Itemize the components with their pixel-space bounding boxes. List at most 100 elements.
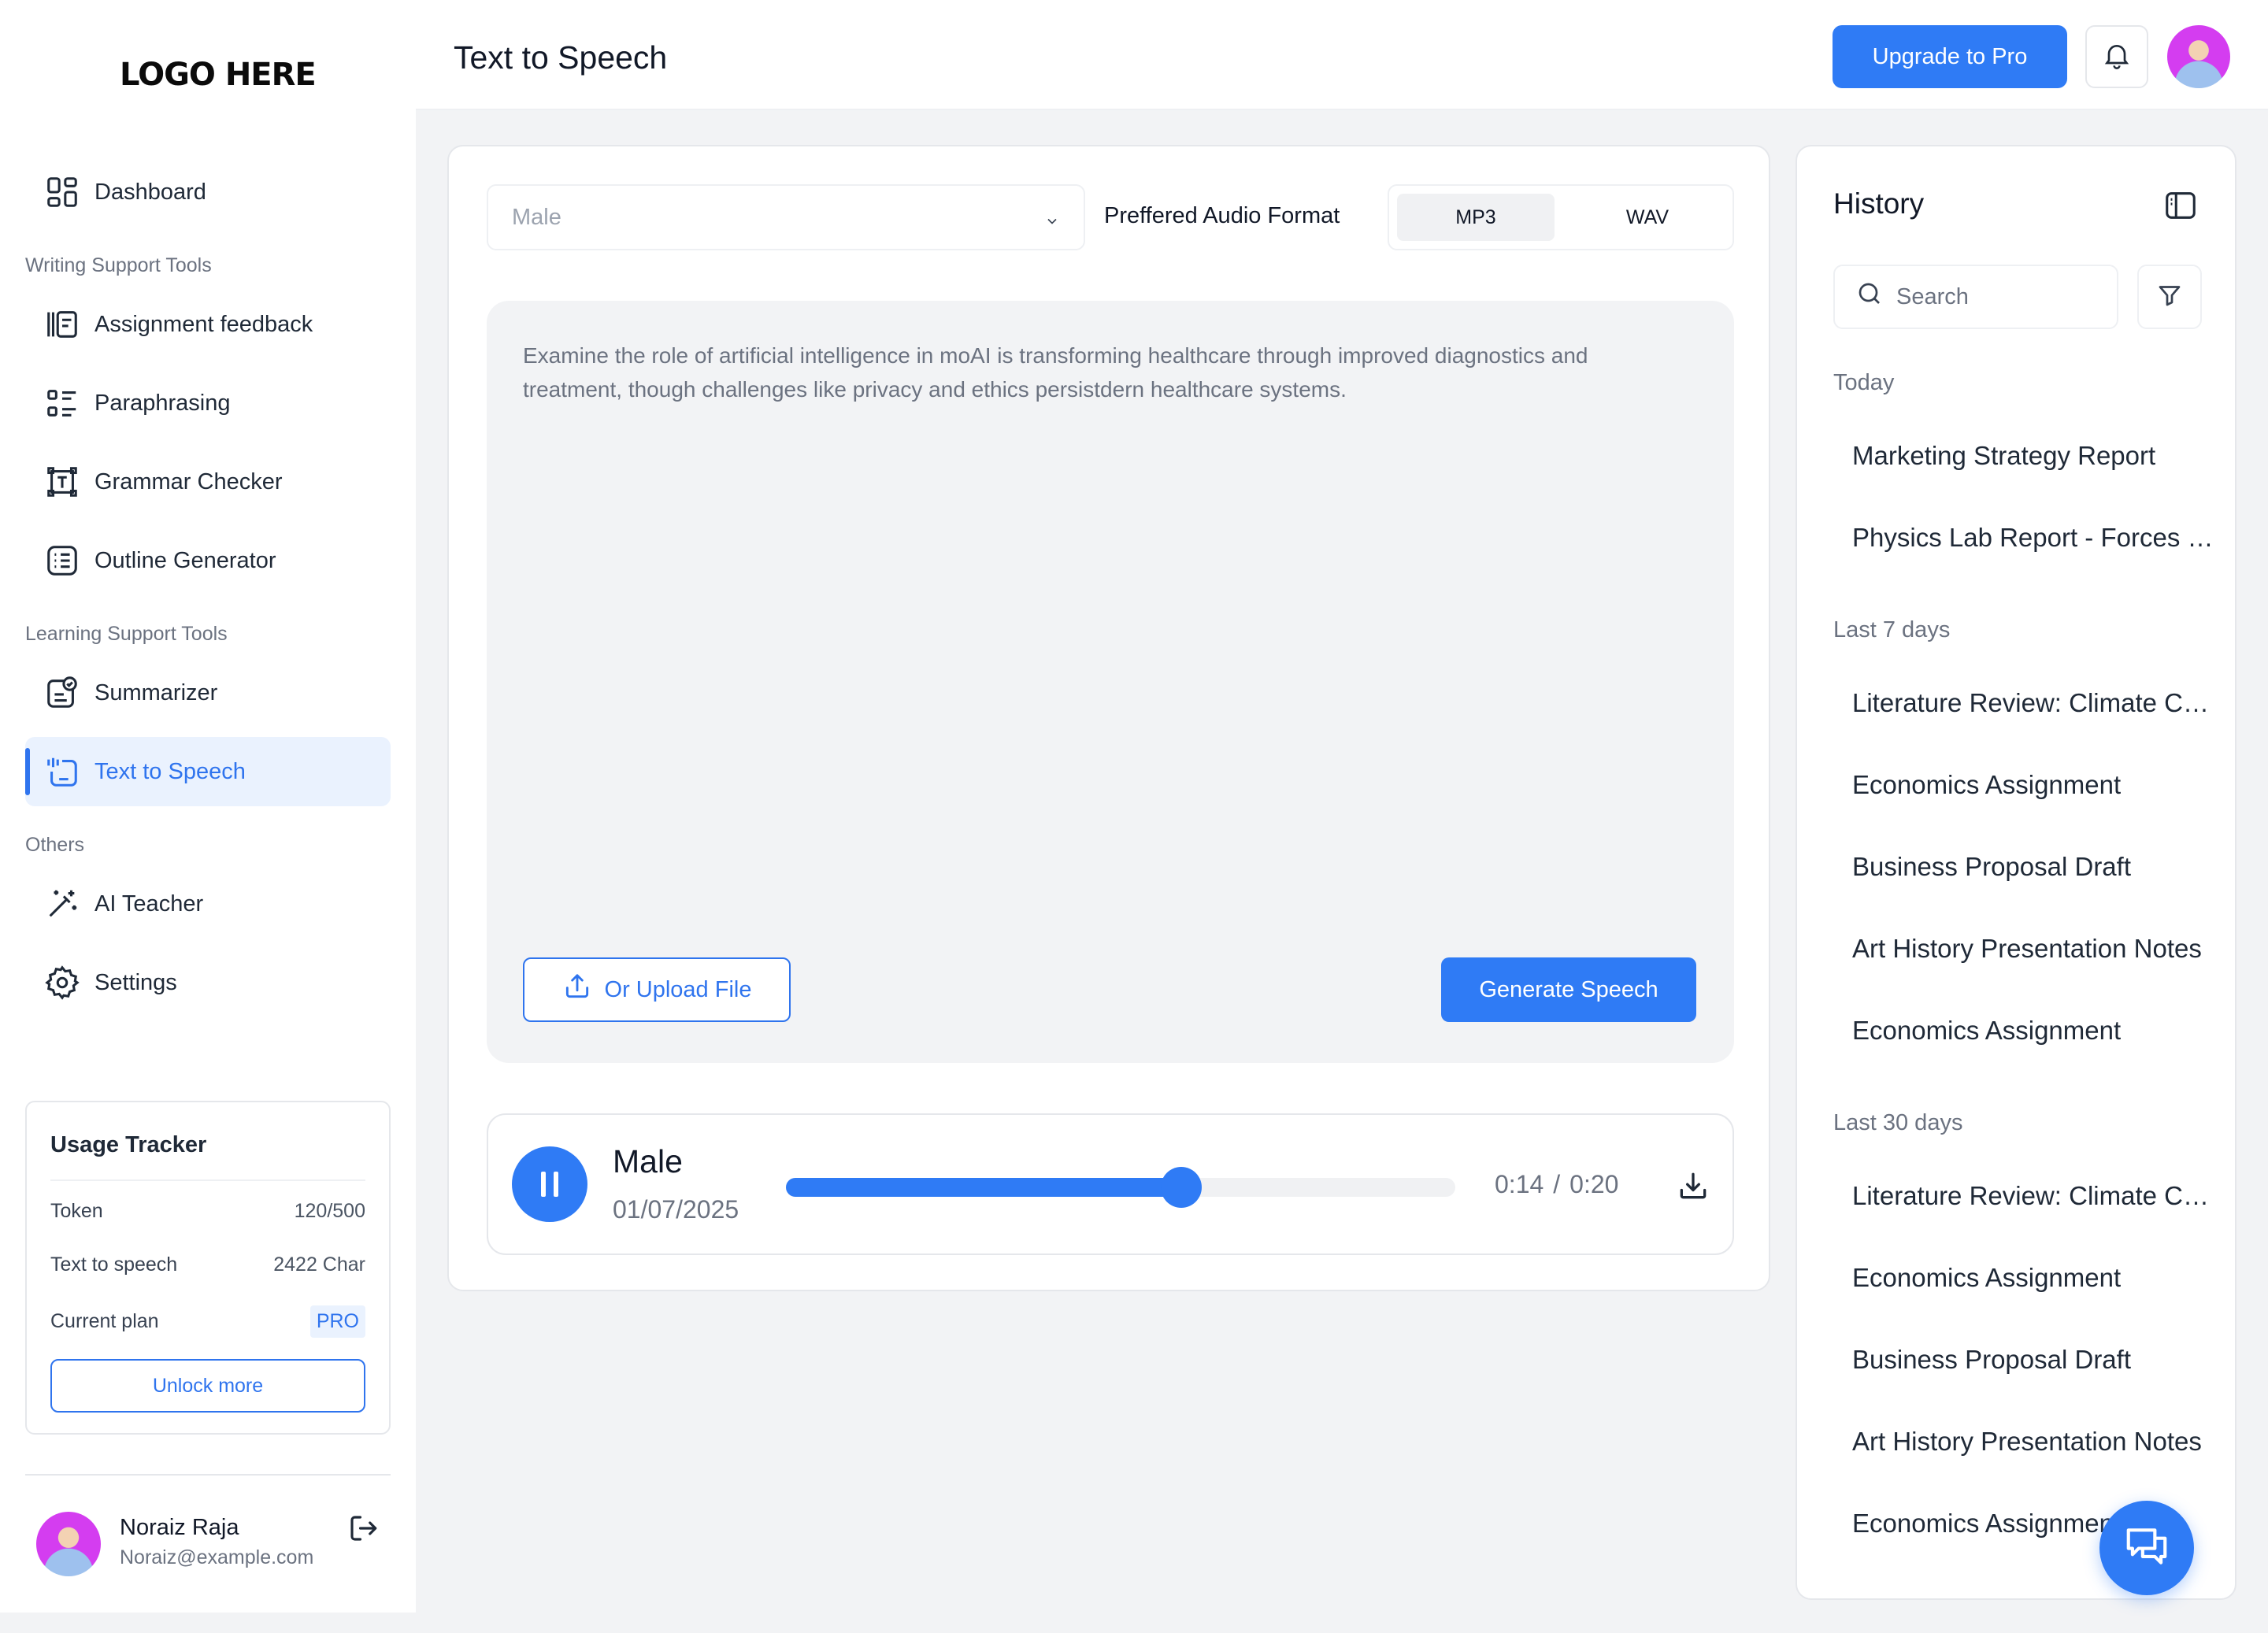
audio-format-toggle: MP3 WAV <box>1388 184 1734 250</box>
history-item[interactable]: Physics Lab Report - Forces and Motion <box>1852 523 2214 553</box>
pause-icon <box>541 1172 546 1197</box>
avatar[interactable] <box>2167 25 2230 88</box>
sidebar-item-label: Outline Generator <box>94 547 276 573</box>
format-option-wav[interactable]: WAV <box>1569 194 1726 241</box>
voice-select[interactable]: Male <box>487 184 1085 250</box>
sidebar-item-dashboard[interactable]: Dashboard <box>25 157 391 227</box>
sidebar-toggle-icon[interactable] <box>2162 187 2199 224</box>
upload-icon <box>562 972 605 1008</box>
sidebar-item-label: Summarizer <box>94 679 218 705</box>
usage-label: Current plan <box>50 1310 159 1332</box>
usage-row-token: Token 120/500 <box>50 1200 365 1223</box>
sidebar-item-summarizer[interactable]: Summarizer <box>25 658 391 728</box>
time-display: 0:14 / 0:20 <box>1495 1170 1618 1199</box>
sidebar-item-paraphrasing[interactable]: Paraphrasing <box>25 368 391 438</box>
unlock-more-button[interactable]: Unlock more <box>50 1359 365 1413</box>
history-item[interactable]: Business Proposal Draft <box>1852 852 2214 882</box>
history-item[interactable]: Literature Review: Climate Change <box>1852 1181 2214 1211</box>
sidebar-item-assignment-feedback[interactable]: Assignment feedback <box>25 290 391 359</box>
sidebar-item-label: Dashboard <box>94 179 206 205</box>
generate-speech-button[interactable]: Generate Speech <box>1441 957 1696 1022</box>
format-option-mp3[interactable]: MP3 <box>1397 194 1555 241</box>
chat-icon <box>2122 1522 2171 1575</box>
gear-icon <box>44 965 80 1001</box>
top-header: Text to Speech Upgrade to Pro <box>416 0 2268 110</box>
usage-row-tts: Text to speech 2422 Char <box>50 1253 365 1276</box>
history-item[interactable]: Economics Assignment <box>1852 770 2214 800</box>
history-item[interactable]: Art History Presentation Notes <box>1852 1427 2214 1457</box>
sidebar-item-label: Settings <box>94 969 177 995</box>
history-search-input[interactable]: Search <box>1833 265 2118 329</box>
voice-select-value: Male <box>512 204 561 230</box>
text-to-speech-icon <box>44 754 80 790</box>
summarizer-icon <box>44 675 80 711</box>
history-item[interactable]: Literature Review: Climate Change <box>1852 688 2214 718</box>
progress-bar[interactable] <box>786 1167 1455 1208</box>
usage-label: Text to speech <box>50 1253 178 1276</box>
history-panel: History Search Today Marketing Strategy … <box>1796 145 2236 1600</box>
avatar <box>36 1512 101 1576</box>
history-item[interactable]: Art History Presentation Notes <box>1852 934 2214 964</box>
usage-tracker-title: Usage Tracker <box>50 1132 207 1157</box>
progress-handle[interactable] <box>1160 1167 1202 1208</box>
history-group-today: Today <box>1833 370 1895 395</box>
history-item[interactable]: Marketing Strategy Report <box>1852 441 2214 471</box>
history-group-last-30-days: Last 30 days <box>1833 1110 1963 1135</box>
section-label-writing: Writing Support Tools <box>25 254 212 276</box>
sidebar: LOGO HERE Dashboard Writing Support Tool… <box>0 0 416 1613</box>
chevron-down-icon <box>1044 209 1060 225</box>
history-title: History <box>1833 187 1925 220</box>
user-email: Noraiz@example.com <box>120 1546 314 1568</box>
usage-label: Token <box>50 1200 103 1222</box>
sidebar-item-grammar-checker[interactable]: Grammar Checker <box>25 447 391 517</box>
total-time: 0:20 <box>1569 1170 1619 1198</box>
upgrade-button[interactable]: Upgrade to Pro <box>1833 25 2067 88</box>
search-placeholder: Search <box>1896 283 1969 309</box>
dashboard-icon <box>44 174 80 210</box>
plan-badge: PRO <box>309 1305 365 1338</box>
outline-icon <box>44 542 80 579</box>
paraphrase-icon <box>44 385 80 421</box>
grammar-icon <box>44 464 80 500</box>
filter-icon <box>2155 281 2184 313</box>
sidebar-item-label: Grammar Checker <box>94 468 283 494</box>
history-group-last-7-days: Last 7 days <box>1833 617 1951 642</box>
magic-wand-icon <box>44 886 80 922</box>
notification-button[interactable] <box>2085 25 2148 88</box>
section-label-others: Others <box>25 834 85 856</box>
divider <box>50 1179 365 1181</box>
sidebar-item-label: Paraphrasing <box>94 390 231 416</box>
sidebar-item-ai-teacher[interactable]: AI Teacher <box>25 869 391 939</box>
chat-button[interactable] <box>2099 1501 2194 1595</box>
user-name: Noraiz Raja <box>120 1515 239 1540</box>
logo: LOGO HERE <box>120 57 317 93</box>
divider <box>25 1474 391 1476</box>
history-item[interactable]: Economics Assignment <box>1852 1016 2214 1046</box>
current-time: 0:14 <box>1495 1170 1544 1198</box>
progress-fill <box>786 1178 1181 1197</box>
page-title: Text to Speech <box>454 39 668 76</box>
text-to-speech-card: Male Preffered Audio Format MP3 WAV Exam… <box>447 145 1770 1291</box>
audio-player: Male 01/07/2025 0:14 / 0:20 <box>487 1113 1734 1255</box>
logout-icon[interactable] <box>346 1512 380 1545</box>
section-label-learning: Learning Support Tools <box>25 623 228 645</box>
usage-value: 120/500 <box>294 1200 365 1222</box>
usage-value: 2422 Char <box>273 1253 365 1276</box>
filter-button[interactable] <box>2137 265 2202 329</box>
pause-button[interactable] <box>512 1146 587 1222</box>
history-item[interactable]: Business Proposal Draft <box>1852 1345 2214 1375</box>
sidebar-item-settings[interactable]: Settings <box>25 948 391 1017</box>
sidebar-item-text-to-speech[interactable]: Text to Speech <box>25 737 391 806</box>
history-item[interactable]: Economics Assignment <box>1852 1263 2214 1293</box>
bell-icon <box>2101 39 2133 75</box>
text-input-area[interactable]: Examine the role of artificial intellige… <box>487 301 1734 1063</box>
sidebar-item-label: AI Teacher <box>94 891 204 916</box>
sidebar-item-label: Text to Speech <box>94 758 246 784</box>
assignment-icon <box>44 306 80 343</box>
sidebar-item-outline-generator[interactable]: Outline Generator <box>25 526 391 595</box>
sidebar-item-label: Assignment feedback <box>94 311 313 337</box>
upload-file-button[interactable]: Or Upload File <box>523 957 791 1022</box>
text-input-content[interactable]: Examine the role of artificial intellige… <box>523 339 1641 406</box>
audio-format-label: Preffered Audio Format <box>1104 203 1340 228</box>
download-icon[interactable] <box>1676 1168 1710 1203</box>
